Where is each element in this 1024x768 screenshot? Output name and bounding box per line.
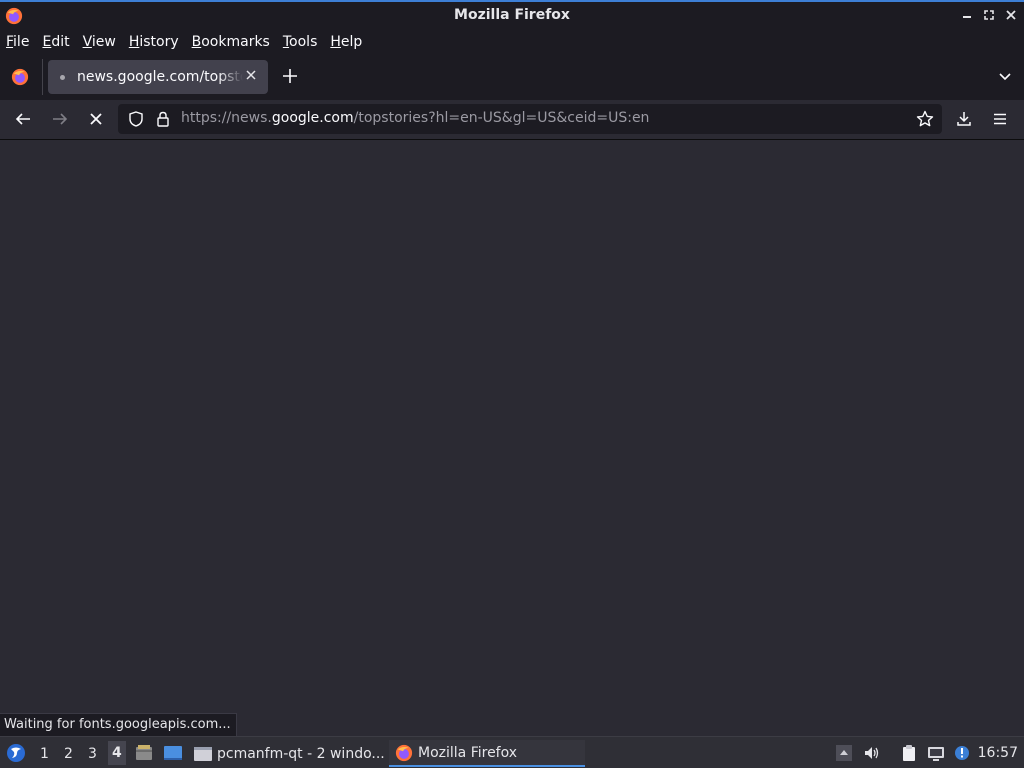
tray-up-arrow-icon[interactable] — [835, 744, 853, 762]
page-content[interactable] — [0, 141, 1024, 736]
close-tab-icon[interactable] — [244, 68, 258, 82]
tracking-protection-shield-icon[interactable] — [128, 111, 144, 127]
maximize-icon — [984, 10, 994, 20]
minimize-button[interactable] — [960, 6, 974, 24]
task-label: pcmanfm-qt - 2 windo... — [217, 745, 385, 762]
navigation-toolbar: https://news.google.com/topstories?hl=en… — [0, 100, 1024, 140]
menu-view[interactable]: View — [83, 34, 116, 50]
close-icon — [1006, 10, 1016, 20]
tab-active[interactable]: news.google.com/topstories — [48, 60, 268, 94]
back-arrow-icon[interactable] — [14, 110, 32, 128]
url-bar[interactable]: https://news.google.com/topstories?hl=en… — [118, 104, 942, 134]
menu-bookmarks[interactable]: Bookmarks — [192, 34, 270, 50]
tab-separator — [42, 59, 43, 95]
tab-title: news.google.com/topstories — [77, 69, 243, 85]
new-tab-plus-icon[interactable] — [280, 66, 300, 86]
task-firefox[interactable]: Mozilla Firefox — [389, 740, 585, 767]
menu-history[interactable]: History — [129, 34, 179, 50]
show-desktop-icon[interactable] — [163, 743, 183, 763]
downloads-icon[interactable] — [955, 110, 973, 128]
loading-indicator-icon — [60, 74, 65, 80]
minimize-icon — [963, 16, 971, 18]
desktop-4[interactable]: 4 — [108, 741, 126, 765]
forward-arrow-icon[interactable] — [51, 110, 69, 128]
chevron-down-icon[interactable] — [998, 70, 1012, 84]
hamburger-menu-icon[interactable] — [991, 110, 1009, 128]
menu-tools[interactable]: Tools — [283, 34, 318, 50]
window-titlebar: Mozilla Firefox — [0, 0, 1024, 29]
update-notifier-icon[interactable] — [953, 744, 971, 762]
stop-loading-icon[interactable] — [87, 110, 105, 128]
start-menu-icon[interactable] — [6, 743, 26, 763]
taskbar: 1 2 3 4 pcmanfm-qt - 2 windo... Mozilla … — [0, 736, 1024, 768]
network-icon[interactable] — [927, 744, 945, 762]
clock[interactable]: 16:57 — [978, 745, 1018, 761]
menu-bar: File Edit View History Bookmarks Tools H… — [0, 29, 1024, 54]
window-title: Mozilla Firefox — [454, 7, 570, 23]
close-window-button[interactable] — [1004, 6, 1018, 24]
tab-strip: news.google.com/topstories — [0, 54, 1024, 100]
firefox-view-icon[interactable] — [11, 68, 29, 86]
menu-edit[interactable]: Edit — [42, 34, 69, 50]
task-label: Mozilla Firefox — [418, 744, 518, 761]
maximize-button[interactable] — [982, 6, 996, 24]
clipboard-icon[interactable] — [900, 744, 918, 762]
desktop-1[interactable]: 1 — [40, 746, 49, 762]
menu-help[interactable]: Help — [330, 34, 362, 50]
menu-file[interactable]: File — [6, 34, 29, 50]
desktop-3[interactable]: 3 — [88, 746, 97, 762]
window-icon — [194, 746, 212, 761]
status-panel: Waiting for fonts.googleapis.com... — [0, 713, 237, 736]
volume-icon[interactable] — [863, 744, 881, 762]
file-manager-icon[interactable] — [134, 743, 154, 763]
desktop-2[interactable]: 2 — [64, 746, 73, 762]
url-text[interactable]: https://news.google.com/topstories?hl=en… — [181, 110, 649, 126]
task-pcmanfm[interactable]: pcmanfm-qt - 2 windo... — [193, 740, 385, 767]
bookmark-star-icon[interactable] — [916, 110, 934, 128]
firefox-icon — [395, 744, 413, 761]
lock-icon[interactable] — [156, 111, 170, 127]
